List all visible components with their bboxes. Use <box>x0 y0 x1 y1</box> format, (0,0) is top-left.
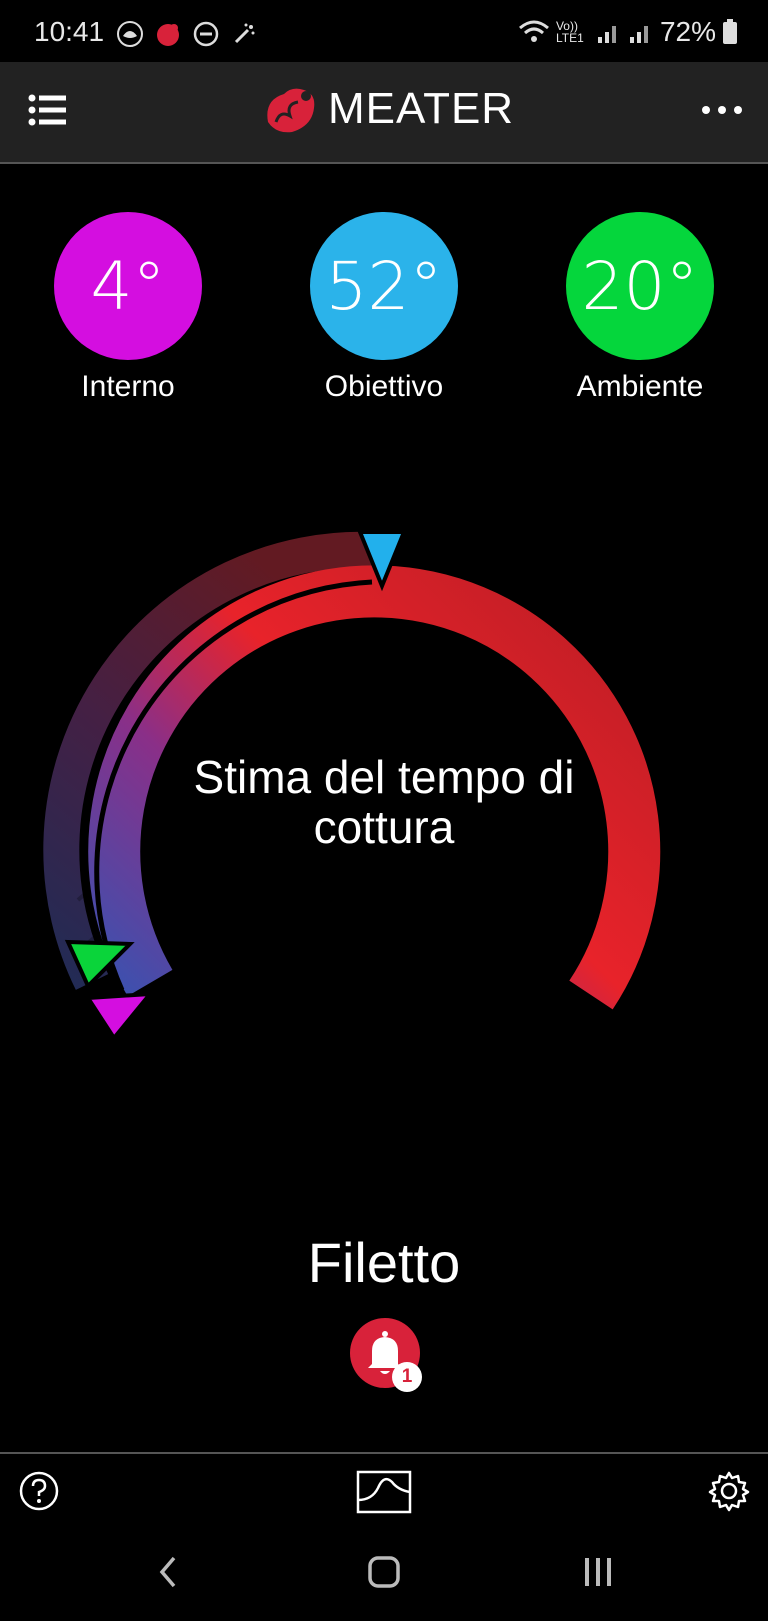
cook-time-estimate: Stima del tempo di cottura <box>193 751 575 853</box>
settings-button[interactable] <box>708 1470 750 1517</box>
wifi-icon <box>518 20 549 42</box>
recents-icon <box>585 1558 611 1586</box>
app-header: MEATER <box>0 62 768 164</box>
temp-target-value: 52° <box>325 247 443 325</box>
battery-percent: 72% <box>659 16 716 47</box>
graph-button[interactable] <box>354 1470 414 1519</box>
temp-internal-value: 4° <box>90 247 166 325</box>
notification-icons <box>116 20 258 48</box>
internal-marker <box>84 991 155 1040</box>
status-right: Vo)) LTE1 72% <box>518 16 738 48</box>
brand-name: MEATER <box>328 84 515 133</box>
help-icon <box>19 1471 59 1511</box>
signal-icon-2 <box>629 26 648 43</box>
bottom-toolbar <box>0 1452 768 1532</box>
list-icon <box>28 94 66 126</box>
brand-logo: MEATER <box>262 82 514 136</box>
gear-icon <box>708 1471 750 1512</box>
more-dots-icon <box>702 106 742 114</box>
temp-target-circle: 52° <box>310 212 458 360</box>
recents-button[interactable] <box>582 1554 614 1595</box>
battery-icon <box>723 19 737 44</box>
menu-button[interactable] <box>28 92 70 128</box>
home-button[interactable] <box>366 1554 402 1595</box>
temp-ambient[interactable]: 20° Ambiente <box>566 212 714 404</box>
temp-ambient-label: Ambiente <box>576 370 704 403</box>
network-label: Vo)) LTE1 <box>555 19 584 45</box>
temp-ambient-circle: 20° <box>566 212 714 360</box>
help-button[interactable] <box>18 1470 60 1517</box>
meater-logo-icon <box>267 88 315 133</box>
temp-internal-circle: 4° <box>54 212 202 360</box>
do-not-disturb-icon <box>192 20 220 48</box>
status-time: 10:41 <box>34 16 105 47</box>
home-icon <box>368 1556 400 1588</box>
back-icon <box>159 1556 176 1588</box>
temp-target-label: Obiettivo <box>324 370 444 403</box>
temp-internal[interactable]: 4° Interno <box>54 212 202 404</box>
lotus-icon <box>116 20 144 48</box>
temp-ambient-value: 20° <box>581 247 699 325</box>
magic-wand-icon <box>230 20 258 48</box>
cook-name: Filetto <box>307 1231 461 1294</box>
signal-icon <box>597 26 616 43</box>
graph-icon <box>356 1470 412 1514</box>
temp-target[interactable]: 52° Obiettivo <box>310 212 458 404</box>
alarm-count-badge: 1 <box>392 1362 422 1392</box>
temp-internal-label: Interno <box>81 370 175 403</box>
more-options-button[interactable] <box>700 92 744 128</box>
back-button[interactable] <box>154 1554 184 1595</box>
system-nav-bar <box>0 1532 768 1621</box>
meater-notification-icon <box>154 20 182 48</box>
status-bar: 10:41 Vo)) LTE1 72% <box>0 0 768 62</box>
